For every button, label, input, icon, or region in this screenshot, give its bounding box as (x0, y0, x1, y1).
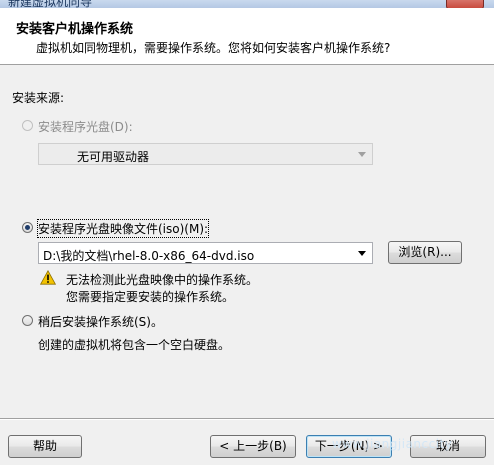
warning-text-line2: 您需要指定要安装的操作系统。 (66, 290, 235, 304)
install-later-description: 创建的虚拟机将包含一个空白硬盘。 (38, 338, 231, 352)
chevron-down-icon (358, 152, 366, 157)
window-close-button[interactable] (446, 0, 484, 8)
radio-install-disc[interactable] (22, 120, 33, 131)
window-title: 新建虚拟机向导 (8, 0, 93, 8)
iso-path-combo[interactable]: D:\我的文档\rhel-8.0-x86_64-dvd.iso (38, 242, 373, 264)
install-source-label: 安装来源: (12, 91, 65, 105)
install-iso-label: 安装程序光盘映像文件(iso)(M): (36, 219, 210, 238)
radio-install-later[interactable] (22, 315, 33, 326)
footer-divider (0, 418, 494, 420)
browse-button[interactable]: 浏览(R)... (388, 241, 462, 264)
page-title: 安装客户机操作系统 (16, 22, 134, 37)
chevron-down-icon[interactable] (358, 251, 366, 256)
help-button[interactable]: 帮助 (8, 435, 82, 458)
back-button[interactable]: < 上一步(B) (210, 435, 296, 458)
watermark-text: www.jiangjianccity (332, 437, 453, 451)
radio-install-iso[interactable] (22, 222, 33, 233)
warning-text-line1: 无法检测此光盘映像中的操作系统。 (66, 273, 259, 287)
drive-select[interactable]: 无可用驱动器 (38, 143, 373, 165)
install-later-label: 稍后安装操作系统(S)。 (38, 315, 163, 329)
drive-select-value: 无可用驱动器 (77, 150, 150, 164)
warning-icon (40, 270, 56, 285)
page-subtitle: 虚拟机如同物理机，需要操作系统。您将如何安装客户机操作系统? (36, 41, 391, 55)
wizard-header: 安装客户机操作系统 虚拟机如同物理机，需要操作系统。您将如何安装客户机操作系统? (0, 8, 494, 65)
install-disc-label: 安装程序光盘(D): (38, 120, 133, 134)
iso-path-value: D:\我的文档\rhel-8.0-x86_64-dvd.iso (43, 249, 255, 263)
window-titlebar: 新建虚拟机向导 (0, 0, 494, 8)
